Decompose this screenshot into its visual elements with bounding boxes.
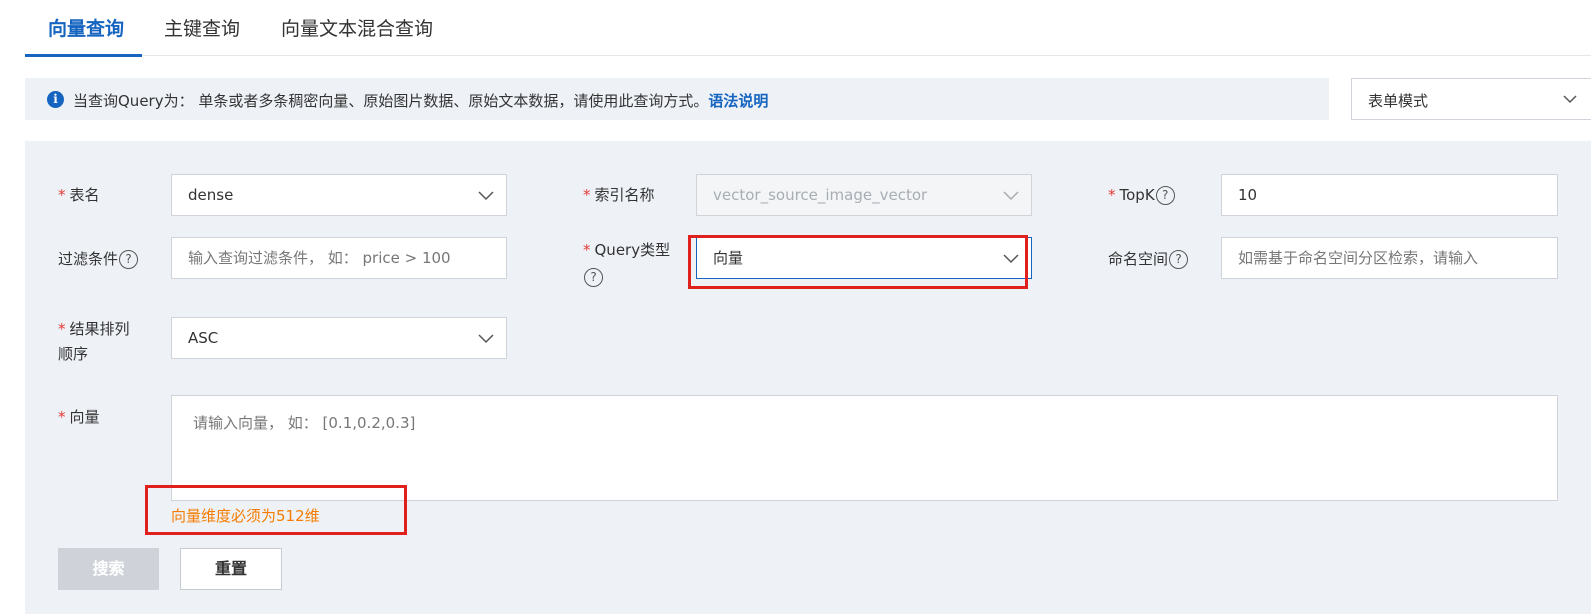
chevron-down-icon: [1003, 254, 1019, 264]
help-icon[interactable]: ?: [1155, 186, 1175, 205]
sort-order-label: * 结果排列: [58, 320, 130, 338]
topk-label: * TopK?: [1108, 182, 1175, 208]
required-marker: *: [58, 320, 66, 338]
required-marker: *: [583, 186, 591, 204]
syntax-help-link[interactable]: 语法说明: [708, 92, 768, 110]
vector-label: * 向量: [58, 408, 100, 426]
query-type-label: * Query类型: [583, 241, 671, 259]
vector-placeholder: 请输入向量， 如： [0.1,0.2,0.3]: [193, 414, 416, 432]
chevron-down-icon: [478, 334, 494, 344]
required-marker: *: [1108, 186, 1116, 204]
help-icon[interactable]: ?: [119, 250, 139, 269]
sort-order-label-line2: 顺序: [58, 345, 89, 363]
active-tab-indicator: [25, 54, 142, 57]
sort-order-select[interactable]: ASC: [171, 317, 507, 359]
query-type-value: 向量: [713, 249, 744, 267]
topk-input[interactable]: 10: [1221, 174, 1558, 216]
tab-bar: 向量查询 主键查询 向量文本混合查询: [25, 0, 1591, 57]
info-banner: i 当查询Query为： 单条或者多条稠密向量、原始图片数据、原始文本数据，请使…: [25, 78, 1329, 120]
filter-label: 过滤条件?: [58, 246, 139, 272]
required-marker: *: [58, 408, 66, 426]
filter-input[interactable]: 输入查询过滤条件， 如： price > 100: [171, 237, 507, 279]
vector-textarea[interactable]: 请输入向量， 如： [0.1,0.2,0.3]: [171, 395, 1558, 501]
info-message: 当查询Query为： 单条或者多条稠密向量、原始图片数据、原始文本数据，请使用此…: [73, 92, 709, 110]
table-name-select[interactable]: dense: [171, 174, 507, 216]
chevron-down-icon: [1563, 95, 1577, 104]
topk-value: 10: [1238, 186, 1258, 204]
namespace-placeholder: 如需基于命名空间分区检索，请输入: [1238, 249, 1479, 267]
help-icon[interactable]: ?: [584, 268, 603, 287]
query-type-help: ?: [583, 264, 603, 290]
mode-select[interactable]: 表单模式: [1351, 78, 1591, 120]
tab-hybrid-query[interactable]: 向量文本混合查询: [281, 14, 433, 41]
index-name-value: vector_source_image_vector: [713, 186, 928, 204]
vector-dimension-error: 向量维度必须为512维: [171, 507, 320, 525]
reset-button[interactable]: 重置: [180, 548, 282, 590]
required-marker: *: [583, 241, 591, 259]
namespace-label: 命名空间?: [1108, 246, 1189, 272]
info-icon: i: [47, 91, 64, 108]
tab-vector-query[interactable]: 向量查询: [48, 14, 124, 41]
query-type-select[interactable]: 向量: [696, 237, 1032, 279]
table-name-label: * 表名: [58, 186, 100, 204]
chevron-down-icon: [1003, 191, 1019, 201]
help-icon[interactable]: ?: [1169, 250, 1189, 269]
required-marker: *: [58, 186, 66, 204]
namespace-input[interactable]: 如需基于命名空间分区检索，请输入: [1221, 237, 1558, 279]
sort-order-value: ASC: [188, 329, 219, 347]
index-name-label: * 索引名称: [583, 186, 655, 204]
table-name-value: dense: [188, 186, 234, 204]
info-text: 当查询Query为： 单条或者多条稠密向量、原始图片数据、原始文本数据，请使用此…: [73, 90, 768, 111]
mode-select-value: 表单模式: [1368, 92, 1429, 110]
tab-primary-key-query[interactable]: 主键查询: [164, 14, 240, 41]
chevron-down-icon: [478, 191, 494, 201]
filter-placeholder: 输入查询过滤条件， 如： price > 100: [188, 249, 451, 267]
search-button[interactable]: 搜索: [58, 548, 159, 590]
index-name-select: vector_source_image_vector: [696, 174, 1032, 216]
